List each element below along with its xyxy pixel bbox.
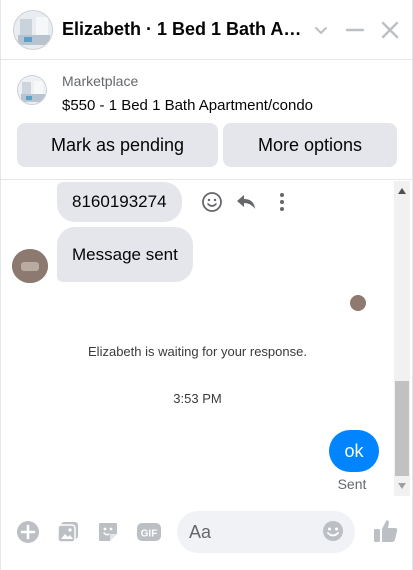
marketplace-label: Marketplace (62, 73, 139, 89)
message-scrollbar[interactable] (394, 181, 410, 496)
more-actions-icon[interactable] (271, 191, 293, 213)
message-bubble[interactable]: Message sent (57, 227, 193, 282)
scroll-down-arrow-icon[interactable] (394, 478, 410, 494)
chat-header: Elizabeth · 1 Bed 1 Bath Ap... (1, 0, 413, 60)
gif-icon[interactable]: GIF (136, 520, 162, 544)
chat-window: Elizabeth · 1 Bed 1 Bath Ap... Marketpla… (0, 0, 413, 570)
close-icon[interactable] (378, 18, 402, 42)
listing-title[interactable]: $550 - 1 Bed 1 Bath Apartment/condo (62, 97, 313, 114)
listing-photo-icon[interactable] (13, 10, 53, 50)
listing-thumbnail[interactable] (17, 75, 47, 105)
sender-avatar[interactable] (12, 249, 48, 283)
waiting-notice: Elizabeth is waiting for your response. (88, 344, 307, 359)
svg-text:GIF: GIF (141, 529, 158, 540)
more-options-button[interactable]: More options (223, 123, 397, 167)
seen-indicator-avatar (350, 295, 366, 311)
mark-as-pending-button[interactable]: Mark as pending (17, 123, 218, 167)
add-icon[interactable] (16, 520, 40, 544)
like-icon[interactable] (372, 517, 400, 545)
delivery-status: Sent (337, 476, 367, 492)
message-timestamp: 3:53 PM (173, 391, 222, 406)
emoji-icon[interactable] (322, 520, 344, 542)
sticker-icon[interactable] (96, 520, 120, 544)
scroll-thumb[interactable] (395, 381, 409, 476)
message-list: 8160193274 Message sent Elizabeth is wai… (1, 181, 394, 496)
minimize-icon[interactable] (343, 18, 367, 42)
scroll-up-arrow-icon[interactable] (394, 183, 410, 199)
react-emoji-icon[interactable] (201, 191, 223, 213)
marketplace-panel: Marketplace $550 - 1 Bed 1 Bath Apartmen… (1, 60, 413, 180)
reply-icon[interactable] (235, 191, 257, 213)
chevron-down-icon[interactable] (309, 18, 333, 42)
photo-icon[interactable] (56, 520, 80, 544)
conversation-title[interactable]: Elizabeth · 1 Bed 1 Bath Ap... (62, 19, 302, 40)
message-bubble[interactable]: 8160193274 (57, 182, 182, 222)
outgoing-message-bubble[interactable]: ok (329, 430, 379, 472)
